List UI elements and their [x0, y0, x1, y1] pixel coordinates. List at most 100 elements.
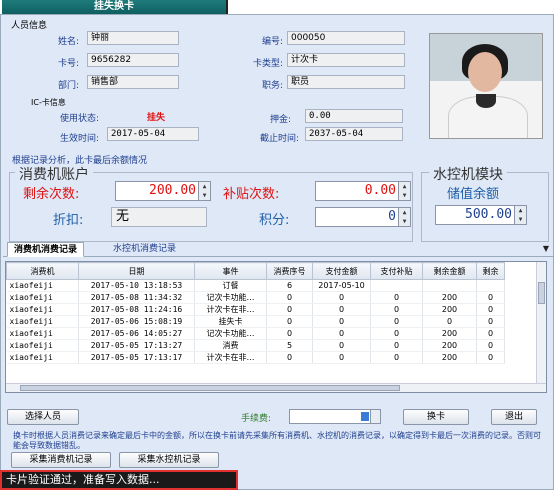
stored-balance-spinner[interactable]: ▲ ▼: [514, 206, 526, 224]
deposit-field: 0.00: [305, 109, 403, 123]
table-cell: 0: [476, 291, 505, 304]
table-cell: 0: [266, 303, 313, 316]
subsidy-count-spinner[interactable]: ▲ ▼: [398, 182, 410, 200]
table-cell: xiaofeiji: [6, 327, 79, 340]
table-cell: 挂失卡: [194, 315, 267, 328]
table-cell: 0: [370, 327, 423, 340]
horizontal-scrollbar[interactable]: [6, 383, 546, 392]
table-cell: 0: [476, 339, 505, 352]
spin-down-icon[interactable]: ▼: [199, 191, 210, 200]
column-header[interactable]: 支付金额: [312, 262, 371, 280]
exit-button[interactable]: 退出: [491, 409, 537, 425]
table-cell: 0: [312, 315, 371, 328]
table-cell: [476, 279, 505, 292]
points-spinner[interactable]: ▲ ▼: [398, 208, 410, 226]
table-row[interactable]: xiaofeiji 2017-05-05 17:13:27 消费 5 0 0 200 0: [6, 339, 505, 352]
subsidy-count-field[interactable]: 0.00 ▲ ▼: [315, 181, 411, 201]
spin-up-icon[interactable]: ▲: [199, 182, 210, 191]
records-tab-strip: 消费机消费记录 水控机消费记录 ▼: [3, 242, 553, 257]
table-cell: 2017-05-10: [312, 279, 371, 292]
table-cell: 0: [312, 327, 371, 340]
table-cell: 6: [266, 279, 313, 292]
table-cell: 0: [476, 351, 505, 364]
column-header[interactable]: 日期: [78, 262, 195, 280]
table-cell: xiaofeiji: [6, 339, 79, 352]
column-header[interactable]: 支付补贴: [370, 262, 423, 280]
table-cell: 记次卡功能…: [194, 291, 267, 304]
lost-card-replacement-window: 人员信息 姓名: 钟丽 编号: 000050 卡号: 9656282 卡类型: …: [0, 14, 554, 490]
tab-menu-arrow-icon[interactable]: ▼: [543, 244, 549, 253]
id-field: 000050: [287, 31, 405, 45]
consume-account-title: 消费机账户: [15, 164, 93, 184]
spin-down-icon[interactable]: ▼: [399, 191, 410, 200]
subsidy-count-label: 补贴次数:: [223, 187, 280, 202]
spin-up-icon[interactable]: ▲: [515, 206, 526, 215]
department-field: 销售部: [87, 75, 179, 89]
vertical-scrollbar[interactable]: [536, 262, 546, 384]
table-cell: 200: [422, 351, 477, 364]
table-cell: 200: [422, 339, 477, 352]
table-cell: xiaofeiji: [6, 351, 79, 364]
table-cell: [422, 279, 477, 292]
start-date-label: 生效时间:: [59, 134, 99, 144]
fee-selection-highlight: [361, 412, 369, 421]
stored-balance-value: 500.00: [465, 207, 512, 222]
remaining-count-value: 200.00: [149, 183, 196, 198]
select-person-button[interactable]: 选择人员: [7, 409, 79, 425]
status-value: 挂失: [147, 113, 166, 123]
tab-water-records[interactable]: 水控机消费记录: [107, 242, 182, 257]
table-row[interactable]: xiaofeiji 2017-05-05 17:13:17 计次卡在非… 0 0 0 200…: [6, 351, 505, 364]
job-label: 职务:: [261, 81, 283, 91]
points-field[interactable]: 0 ▲ ▼: [315, 207, 411, 227]
table-cell: 订餐: [194, 279, 267, 292]
column-header[interactable]: 消费序号: [266, 262, 313, 280]
tab-consume-records[interactable]: 消费机消费记录: [7, 242, 85, 257]
table-row[interactable]: xiaofeiji 2017-05-06 14:05:27 记次卡功能… 0 0 0 200…: [6, 327, 505, 340]
table-cell: 2017-05-06 14:05:27: [78, 327, 195, 340]
table-row[interactable]: xiaofeiji 2017-05-08 11:34:32 记次卡功能… 0 0 0 200…: [6, 291, 505, 304]
table-cell: 0: [476, 303, 505, 316]
fee-label: 手续费:: [241, 414, 272, 424]
remaining-count-spinner[interactable]: ▲ ▼: [198, 182, 210, 200]
fee-input[interactable]: [289, 409, 381, 424]
column-header[interactable]: 剩余金额: [422, 262, 477, 280]
remaining-count-label: 剩余次数:: [23, 187, 80, 202]
horizontal-scroll-thumb[interactable]: [20, 385, 400, 391]
discount-field: 无: [111, 207, 207, 227]
points-value: 0: [388, 209, 396, 224]
table-row[interactable]: xiaofeiji 2017-05-06 15:08:19 挂失卡 0 0 0 0 0: [6, 315, 505, 328]
remaining-count-field[interactable]: 200.00 ▲ ▼: [115, 181, 211, 201]
table-cell: 2017-05-06 15:08:19: [78, 315, 195, 328]
deposit-label: 押金:: [269, 115, 291, 125]
table-cell: 2017-05-08 11:34:32: [78, 291, 195, 304]
start-date-field: 2017-05-04: [107, 127, 199, 141]
column-header[interactable]: 事件: [194, 262, 267, 280]
ic-section-title: IC-卡信息: [31, 98, 66, 107]
stored-balance-label: 储值余额: [447, 187, 500, 202]
table-cell: 0: [312, 339, 371, 352]
end-date-field: 2037-05-04: [305, 127, 403, 141]
status-label: 使用状态:: [59, 114, 99, 124]
collect-water-records-button[interactable]: 采集水控机记录: [119, 452, 219, 468]
table-cell: [370, 279, 423, 292]
change-card-button[interactable]: 换卡: [403, 409, 469, 425]
fee-spinner[interactable]: [370, 410, 380, 423]
column-header[interactable]: 剩余: [476, 262, 505, 280]
table-cell: 消费: [194, 339, 267, 352]
replacement-notice: 换卡时根据人员消费记录来确定最后卡中的金额，所以在换卡前请先采集所有消费机、水控…: [13, 431, 541, 450]
table-cell: 0: [370, 339, 423, 352]
stored-balance-field[interactable]: 500.00 ▲ ▼: [435, 205, 527, 225]
spin-up-icon[interactable]: ▲: [399, 208, 410, 217]
spin-up-icon[interactable]: ▲: [399, 182, 410, 191]
vertical-scroll-thumb[interactable]: [538, 282, 545, 304]
collect-consume-records-button[interactable]: 采集消费机记录: [11, 452, 111, 468]
spin-down-icon[interactable]: ▼: [515, 215, 526, 224]
table-cell: 200: [422, 327, 477, 340]
table-cell: 0: [312, 291, 371, 304]
consume-records-table[interactable]: 消费机 日期 事件 消费序号 支付金额 支付补贴 剩余金额 剩余 xiaofeiji 2017-…: [5, 261, 547, 393]
table-row[interactable]: xiaofeiji 2017-05-08 11:24:16 计次卡在非… 0 0 0 200…: [6, 303, 505, 316]
table-cell: 0: [312, 351, 371, 364]
table-row[interactable]: xiaofeiji 2017-05-10 13:18:53 订餐 6 2017-05-1…: [6, 279, 505, 292]
column-header[interactable]: 消费机: [6, 262, 79, 280]
spin-down-icon[interactable]: ▼: [399, 217, 410, 226]
